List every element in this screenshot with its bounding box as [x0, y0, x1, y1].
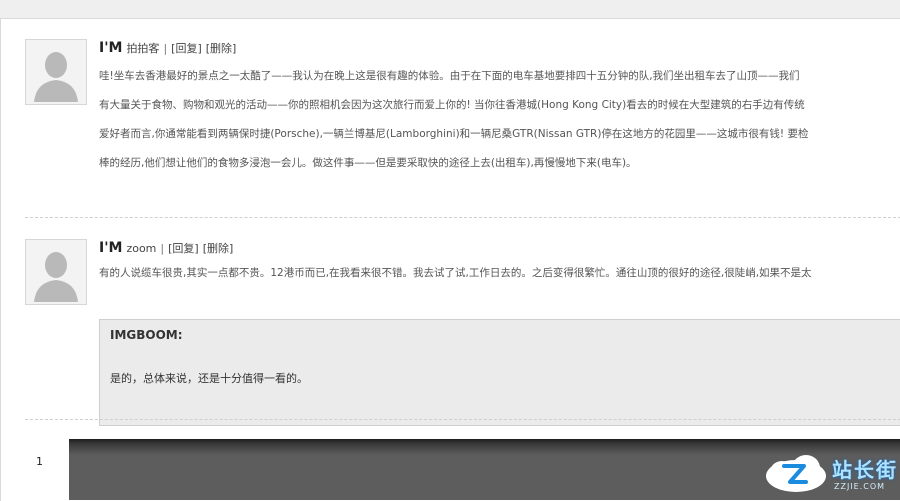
reply-link[interactable]: [回复]: [168, 242, 199, 255]
header-separator: |: [163, 42, 168, 55]
comment-source: zoom: [126, 242, 157, 255]
user-silhouette-icon: [26, 40, 86, 104]
watermark-text: 站长街: [832, 458, 898, 482]
comment-author: I'M: [99, 40, 123, 56]
cloud-logo-icon: [766, 455, 826, 492]
comment-header: I'M zoom | [回复] [删除]: [99, 239, 237, 258]
delete-link[interactable]: [删除]: [203, 242, 234, 255]
reply-link[interactable]: [回复]: [171, 42, 202, 55]
comment-line: 爱好者而言,你通常能看到两辆保时捷(Porsche),一辆兰博基尼(Lambor…: [99, 128, 809, 140]
quote-author: IMGBOOM:: [110, 328, 183, 342]
quote-text: 是的，总体来说，还是十分值得一看的。: [110, 372, 308, 385]
comment-item: I'M 拍拍客 | [回复] [删除] 哇!坐车去香港最好的景点之一太酷了——我认为在晚…: [25, 39, 900, 209]
watermark-subtext: ZZJIE.COM: [834, 482, 886, 491]
comment-body: 哇!坐车去香港最好的景点之一太酷了——我认为在晚上这是很有趣的体验。由于在下面的…: [99, 62, 808, 178]
avatar: [25, 39, 87, 105]
header-separator: |: [160, 242, 165, 255]
comment-divider: [25, 419, 900, 420]
avatar: [25, 239, 87, 305]
comment-divider: [25, 217, 900, 218]
comments-panel: I'M 拍拍客 | [回复] [删除] 哇!坐车去香港最好的景点之一太酷了——我认为在晚…: [0, 18, 900, 501]
pagination: 1: [8, 441, 69, 500]
comment-item: I'M zoom | [回复] [删除] 有的人说缆车很贵,其实一点都不贵。12港币而已…: [25, 239, 900, 305]
reply-quote: IMGBOOM: 是的，总体来说，还是十分值得一看的。: [99, 319, 900, 426]
comment-line: 哇!坐车去香港最好的景点之一太酷了——我认为在晚上这是很有趣的体验。由于在下面的…: [99, 70, 800, 82]
comment-line: 有大量关于食物、购物和观光的活动——你的照相机会因为这次旅行而爱上你的! 当你往…: [99, 99, 805, 111]
comment-source: 拍拍客: [126, 42, 160, 55]
delete-link[interactable]: [删除]: [206, 42, 237, 55]
comment-author: I'M: [99, 240, 123, 256]
page-number-current[interactable]: 1: [36, 455, 43, 468]
watermark-logo: 站长街 ZZJIE.COM: [760, 446, 900, 500]
comment-line: 有的人说缆车很贵,其实一点都不贵。12港币而已,在我看来很不错。我去试了试,工作…: [99, 267, 812, 279]
user-silhouette-icon: [26, 240, 86, 304]
comment-line: 棒的经历,他们想让他们的食物多浸泡一会儿。做这件事——但是要采取快的途径上去(出…: [99, 157, 637, 169]
comment-header: I'M 拍拍客 | [回复] [删除]: [99, 39, 240, 58]
comment-body: 有的人说缆车很贵,其实一点都不贵。12港币而已,在我看来很不错。我去试了试,工作…: [99, 264, 812, 282]
